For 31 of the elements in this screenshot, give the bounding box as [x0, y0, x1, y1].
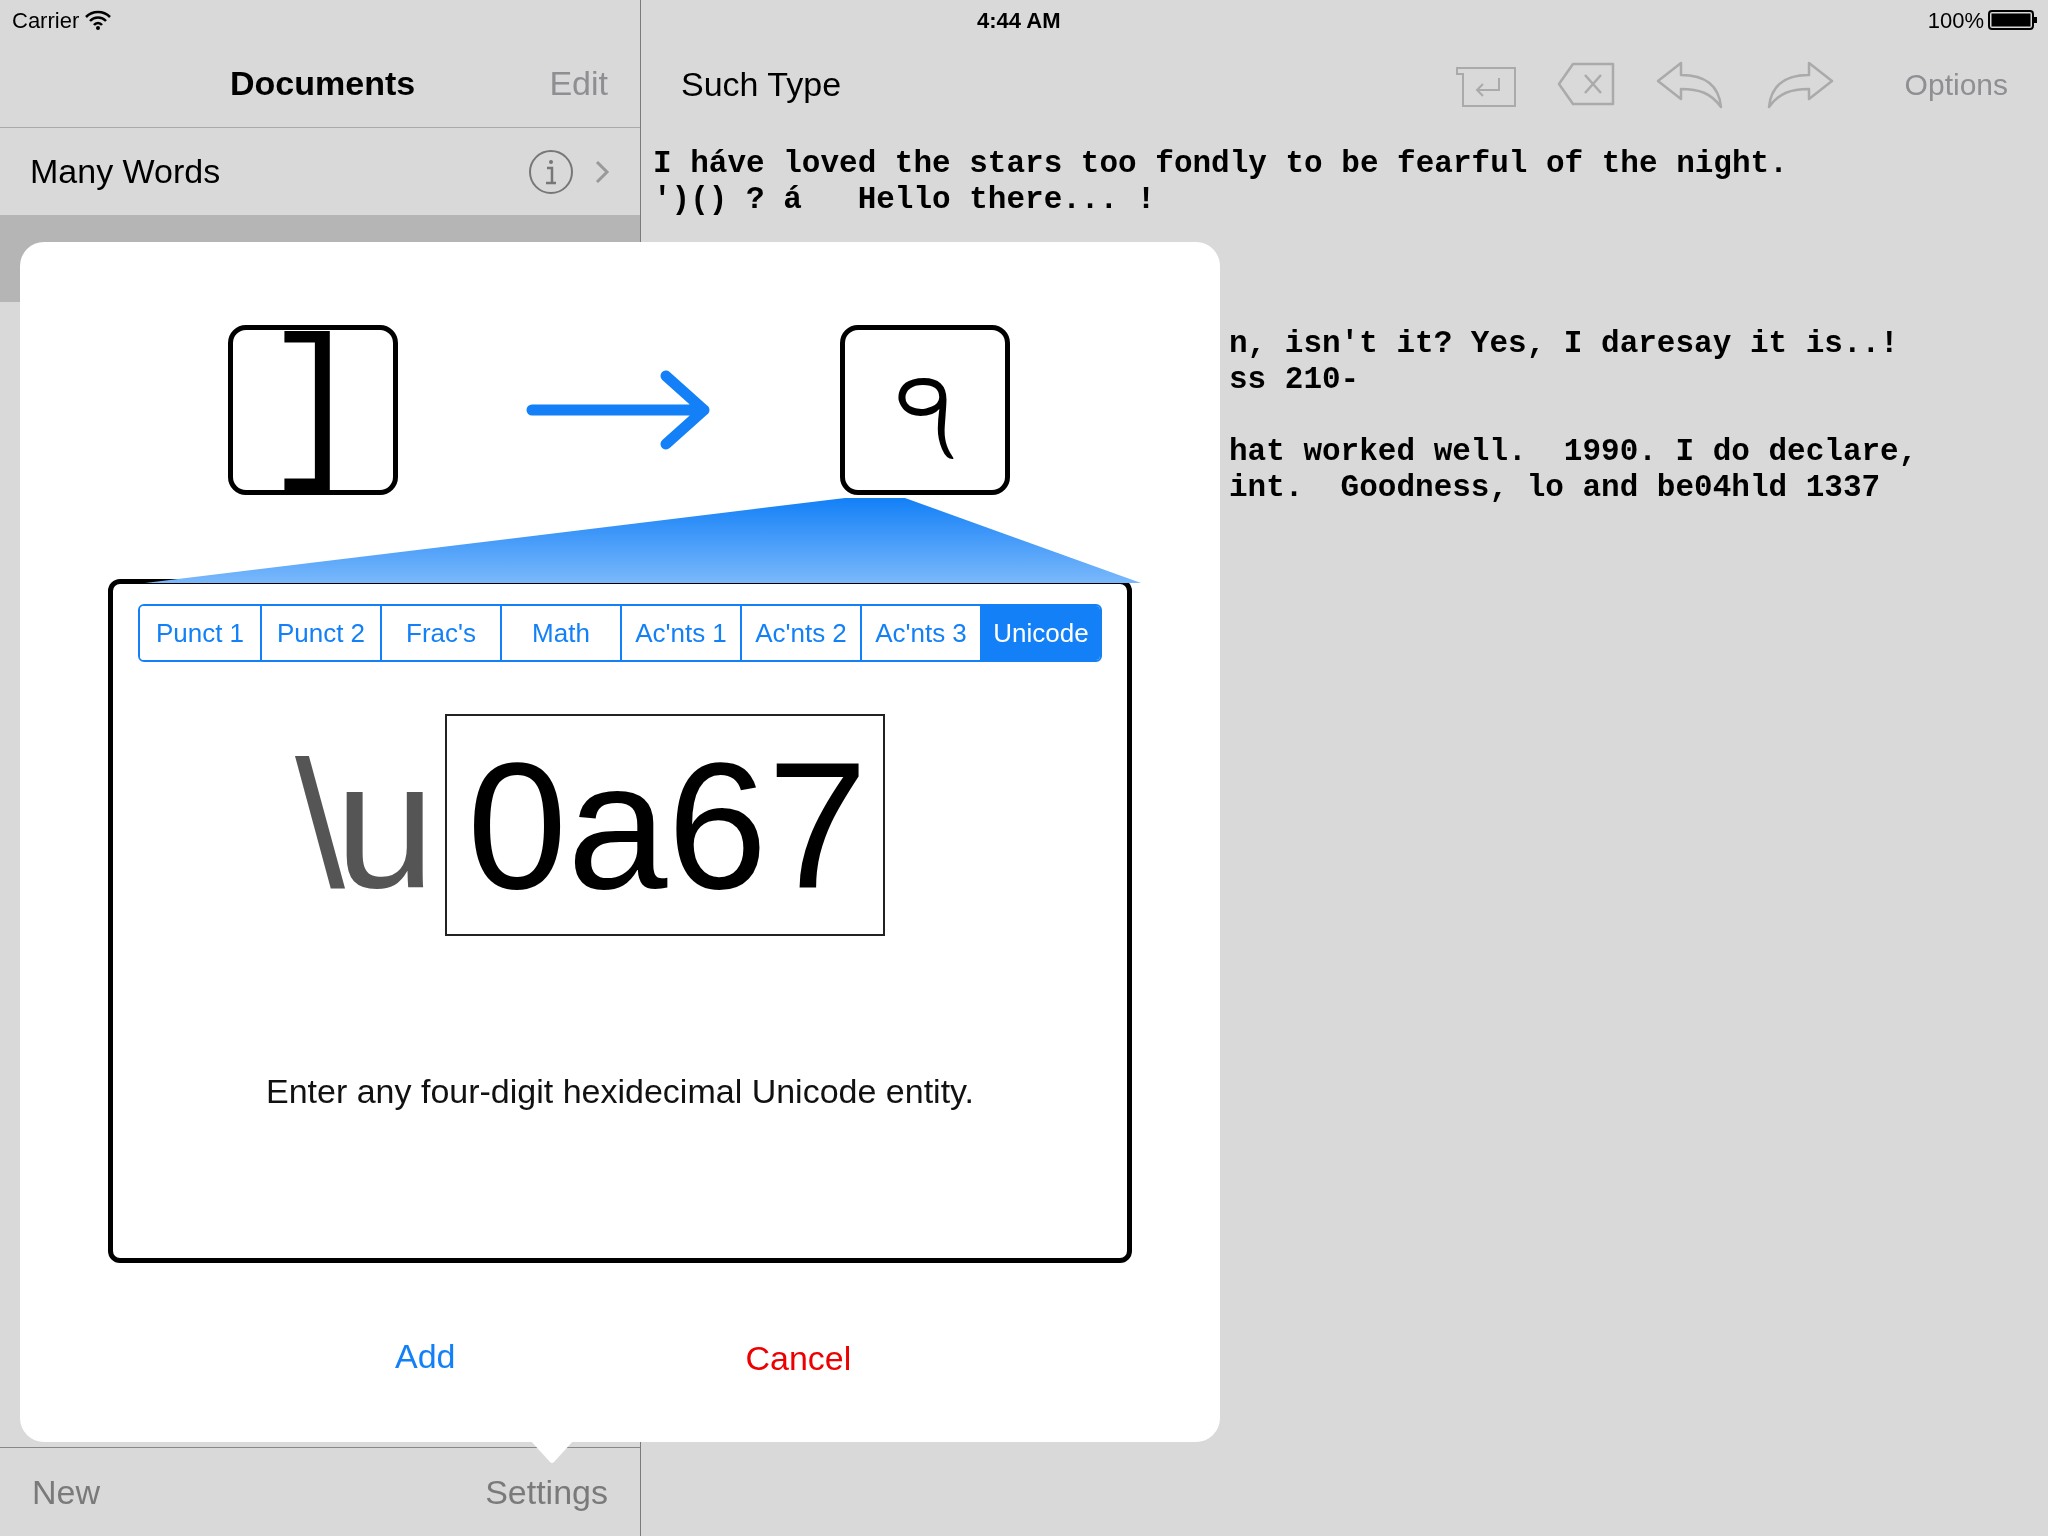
segment-tab[interactable]: Unicode [980, 606, 1100, 660]
document-title: Such Type [681, 63, 843, 105]
source-glyph: ] [262, 325, 364, 495]
battery-percent: 100% [1927, 6, 1984, 35]
info-icon[interactable] [528, 148, 574, 195]
new-button[interactable]: New [32, 1466, 101, 1518]
chevron-icon [594, 158, 610, 185]
wifi-icon [85, 10, 112, 30]
battery-icon [1988, 9, 2038, 31]
text-line: ')() ? á Hello there... ! [653, 182, 1156, 217]
unicode-input-field[interactable]: 0a67 [445, 714, 886, 936]
text-line: n, isn't it? Yes, I daresay it is..! [1229, 326, 1899, 361]
text-line: hat worked well. 1990. I do declare, [1229, 434, 1918, 469]
text-line: I háve loved the stars too fondly to be fearful of the night. [653, 146, 1788, 181]
text-line: int. Goodness, lo and be04hld 1337 [1229, 470, 1881, 505]
cancel-button[interactable]: Cancel [745, 1333, 852, 1384]
sidebar-title: Documents [230, 63, 416, 104]
edit-button[interactable]: Edit [549, 58, 608, 109]
instruction-text: Enter any four-digit hexidecimal Unicode entity. [265, 1071, 975, 1112]
document-name: Many Words [30, 151, 222, 192]
status-time: 4:44 AM [977, 6, 1061, 35]
text-line: ss 210- [1229, 362, 1360, 397]
settings-button[interactable]: Settings [485, 1466, 608, 1518]
unicode-prefix: \u [294, 735, 426, 915]
arrow-icon [526, 370, 712, 450]
carrier-label: Carrier [12, 6, 80, 35]
target-glyph: ੧ [895, 355, 955, 465]
add-button[interactable]: Add [395, 1329, 456, 1384]
delete-key-icon[interactable] [1556, 62, 1615, 106]
options-button[interactable]: Options [1904, 61, 2008, 107]
undo-icon[interactable] [1654, 59, 1725, 109]
